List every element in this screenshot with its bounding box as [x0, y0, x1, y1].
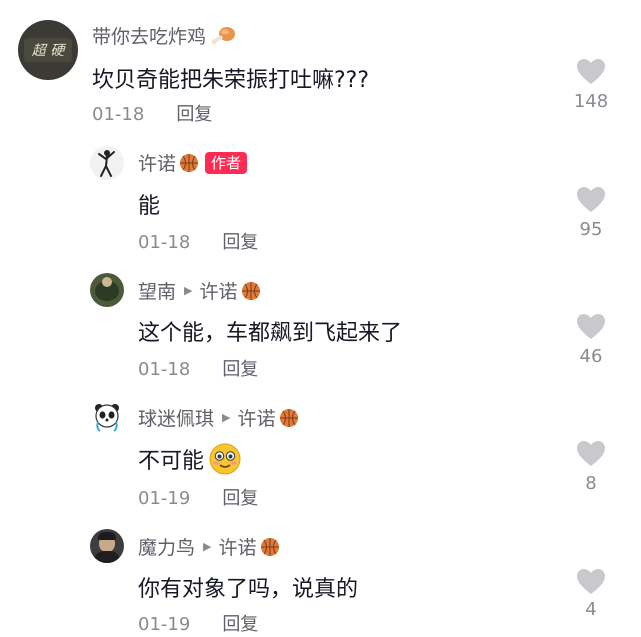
- like-count: 8: [585, 473, 597, 494]
- like-count: 4: [585, 599, 597, 620]
- reply-arrow-icon: ▶: [222, 411, 231, 424]
- chicken-leg-icon: [211, 26, 236, 44]
- panda-mascot-icon: [95, 404, 119, 432]
- heart-icon: [577, 569, 605, 594]
- comment-username[interactable]: 带你去吃炸鸡: [92, 22, 206, 49]
- reply-button[interactable]: 回复: [222, 359, 258, 380]
- like-button[interactable]: 148: [561, 58, 621, 112]
- like-count: 46: [579, 346, 603, 367]
- comment-meta: 01-18 回复: [92, 100, 212, 126]
- avatar[interactable]: [90, 400, 124, 434]
- author-badge: 作者: [205, 151, 248, 174]
- comment-username[interactable]: 望南: [138, 277, 176, 304]
- avatar[interactable]: 超 硬: [18, 20, 78, 80]
- comment-author-row: 球迷佩琪 ▶ 许诺: [138, 404, 299, 431]
- heart-icon: [577, 441, 605, 466]
- avatar[interactable]: [90, 529, 124, 563]
- comment-date: 01-18: [92, 104, 145, 125]
- reply-to-username[interactable]: 许诺: [199, 277, 237, 304]
- like-count: 95: [579, 219, 603, 240]
- comment-meta: 01-18 回复: [138, 355, 258, 381]
- comment-date: 01-19: [138, 614, 191, 635]
- like-button[interactable]: 4: [561, 568, 621, 620]
- dancer-figure-icon: [98, 150, 115, 177]
- comment-username[interactable]: 球迷佩琪: [138, 404, 214, 431]
- comment-text: 坎贝奇能把朱荣振打吐嘛???: [92, 68, 370, 93]
- comment-text: 你有对象了吗，说真的: [138, 577, 359, 602]
- comment-text: 能: [138, 194, 161, 219]
- avatar[interactable]: [90, 273, 124, 307]
- comment-meta: 01-19 回复: [138, 484, 258, 510]
- heart-icon: [577, 187, 605, 212]
- reply-button[interactable]: 回复: [176, 104, 212, 125]
- like-button[interactable]: 46: [561, 313, 621, 367]
- avatar[interactable]: [90, 146, 124, 180]
- smiling-face-emoji: [209, 443, 241, 475]
- reply-button[interactable]: 回复: [222, 614, 258, 635]
- reply-button[interactable]: 回复: [222, 488, 258, 509]
- comment-date: 01-18: [138, 359, 191, 380]
- comment-date: 01-19: [138, 488, 191, 509]
- like-count: 148: [573, 91, 609, 112]
- like-button[interactable]: 8: [561, 440, 621, 494]
- comment-author-row: 带你去吃炸鸡: [92, 22, 236, 49]
- comment-author-row: 望南 ▶ 许诺: [138, 277, 261, 304]
- reply-to-username[interactable]: 许诺: [237, 404, 275, 431]
- comment-username[interactable]: 魔力鸟: [138, 533, 195, 560]
- basketball-icon: [241, 281, 260, 300]
- comment-text: 这个能，车都飙到飞起来了: [138, 321, 403, 346]
- like-button[interactable]: 95: [561, 186, 621, 240]
- reply-arrow-icon: ▶: [203, 540, 212, 553]
- comment-text-row: 不可能: [138, 442, 242, 476]
- avatar-calligraphy: 超 硬: [31, 43, 65, 59]
- heart-icon: [577, 59, 605, 84]
- comment-text: 不可能: [138, 449, 205, 474]
- comment-username[interactable]: 许诺: [138, 149, 176, 176]
- comment-date: 01-18: [138, 232, 191, 253]
- comment-author-row: 许诺 作者: [138, 149, 248, 176]
- reply-button[interactable]: 回复: [222, 232, 258, 253]
- basketball-icon: [260, 537, 279, 556]
- comment-author-row: 魔力鸟 ▶ 许诺: [138, 533, 280, 560]
- reply-to-username[interactable]: 许诺: [218, 533, 256, 560]
- basketball-icon: [279, 408, 298, 427]
- comment-meta: 01-19 回复: [138, 610, 258, 636]
- comment-meta: 01-18 回复: [138, 228, 258, 254]
- heart-icon: [577, 314, 605, 339]
- reply-arrow-icon: ▶: [184, 284, 193, 297]
- basketball-icon: [180, 153, 199, 172]
